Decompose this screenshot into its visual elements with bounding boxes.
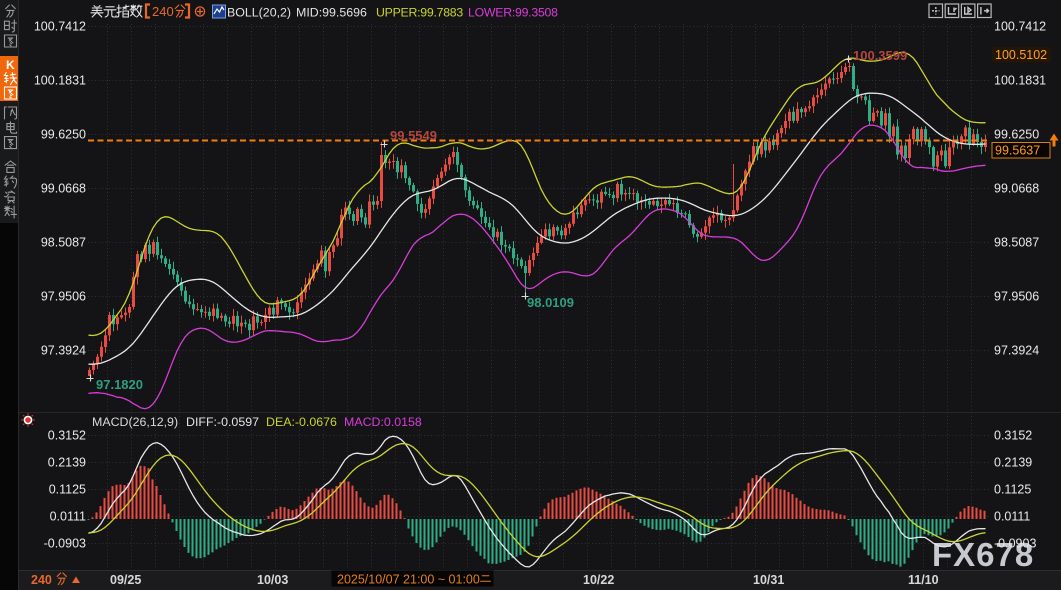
svg-text:240: 240 xyxy=(31,573,52,587)
svg-text:MID:99.5696: MID:99.5696 xyxy=(296,6,367,20)
svg-text:DIFF:-0.0597: DIFF:-0.0597 xyxy=(186,415,259,429)
svg-text:DEA:-0.0676: DEA:-0.0676 xyxy=(266,415,337,429)
svg-text:99.0668: 99.0668 xyxy=(41,182,86,196)
svg-text:UPPER:99.7883: UPPER:99.7883 xyxy=(376,6,463,20)
svg-text:0.0111: 0.0111 xyxy=(994,510,1030,524)
svg-text:K: K xyxy=(6,58,15,72)
svg-text:97.3924: 97.3924 xyxy=(41,344,86,358)
svg-text:97.3924: 97.3924 xyxy=(994,344,1039,358)
svg-text:100.7412: 100.7412 xyxy=(994,20,1046,34)
svg-text:97.1820: 97.1820 xyxy=(96,377,143,392)
svg-text:MACD:0.0158: MACD:0.0158 xyxy=(344,415,422,429)
svg-text:99.5549: 99.5549 xyxy=(390,128,437,143)
svg-text:99.6250: 99.6250 xyxy=(41,128,86,142)
svg-text:11/10: 11/10 xyxy=(908,573,939,587)
svg-text:2025/10/07 21:00 ~ 01:00: 2025/10/07 21:00 ~ 01:00 xyxy=(337,573,480,587)
svg-text:0.1125: 0.1125 xyxy=(994,483,1031,497)
svg-text:-0.0903: -0.0903 xyxy=(994,537,1036,551)
svg-text:10/31: 10/31 xyxy=(753,573,784,587)
svg-text:97.9506: 97.9506 xyxy=(994,290,1039,304)
svg-text:99.0668: 99.0668 xyxy=(994,182,1039,196)
svg-text:09/25: 09/25 xyxy=(110,573,141,587)
svg-text:MACD(26,12,9): MACD(26,12,9) xyxy=(92,415,178,429)
svg-text:0.2139: 0.2139 xyxy=(994,456,1032,470)
svg-text:98.5087: 98.5087 xyxy=(41,236,86,250)
svg-text:240: 240 xyxy=(152,4,174,19)
svg-text:0.3152: 0.3152 xyxy=(994,429,1032,443)
svg-text:100.1831: 100.1831 xyxy=(994,74,1046,88)
svg-text:100.3599: 100.3599 xyxy=(853,48,907,63)
svg-text:0.3152: 0.3152 xyxy=(48,429,86,443)
svg-text:10/22: 10/22 xyxy=(583,573,614,587)
svg-text:99.6250: 99.6250 xyxy=(994,128,1039,142)
svg-text:0.0111: 0.0111 xyxy=(50,510,86,524)
svg-text:-0.0903: -0.0903 xyxy=(44,537,86,551)
svg-text:98.5087: 98.5087 xyxy=(994,236,1039,250)
svg-text:0.2139: 0.2139 xyxy=(48,456,86,470)
svg-text:97.9506: 97.9506 xyxy=(41,290,86,304)
svg-text:99.5637: 99.5637 xyxy=(995,144,1040,158)
svg-text:100.5102: 100.5102 xyxy=(995,48,1047,62)
svg-text:10/03: 10/03 xyxy=(257,573,288,587)
svg-text:LOWER:99.3508: LOWER:99.3508 xyxy=(468,6,558,20)
svg-text:100.1831: 100.1831 xyxy=(34,74,86,88)
svg-text:98.0109: 98.0109 xyxy=(527,295,574,310)
svg-text:0.1125: 0.1125 xyxy=(49,483,86,497)
svg-text:BOLL(20,2): BOLL(20,2) xyxy=(227,6,291,20)
svg-text:100.7412: 100.7412 xyxy=(34,20,86,34)
